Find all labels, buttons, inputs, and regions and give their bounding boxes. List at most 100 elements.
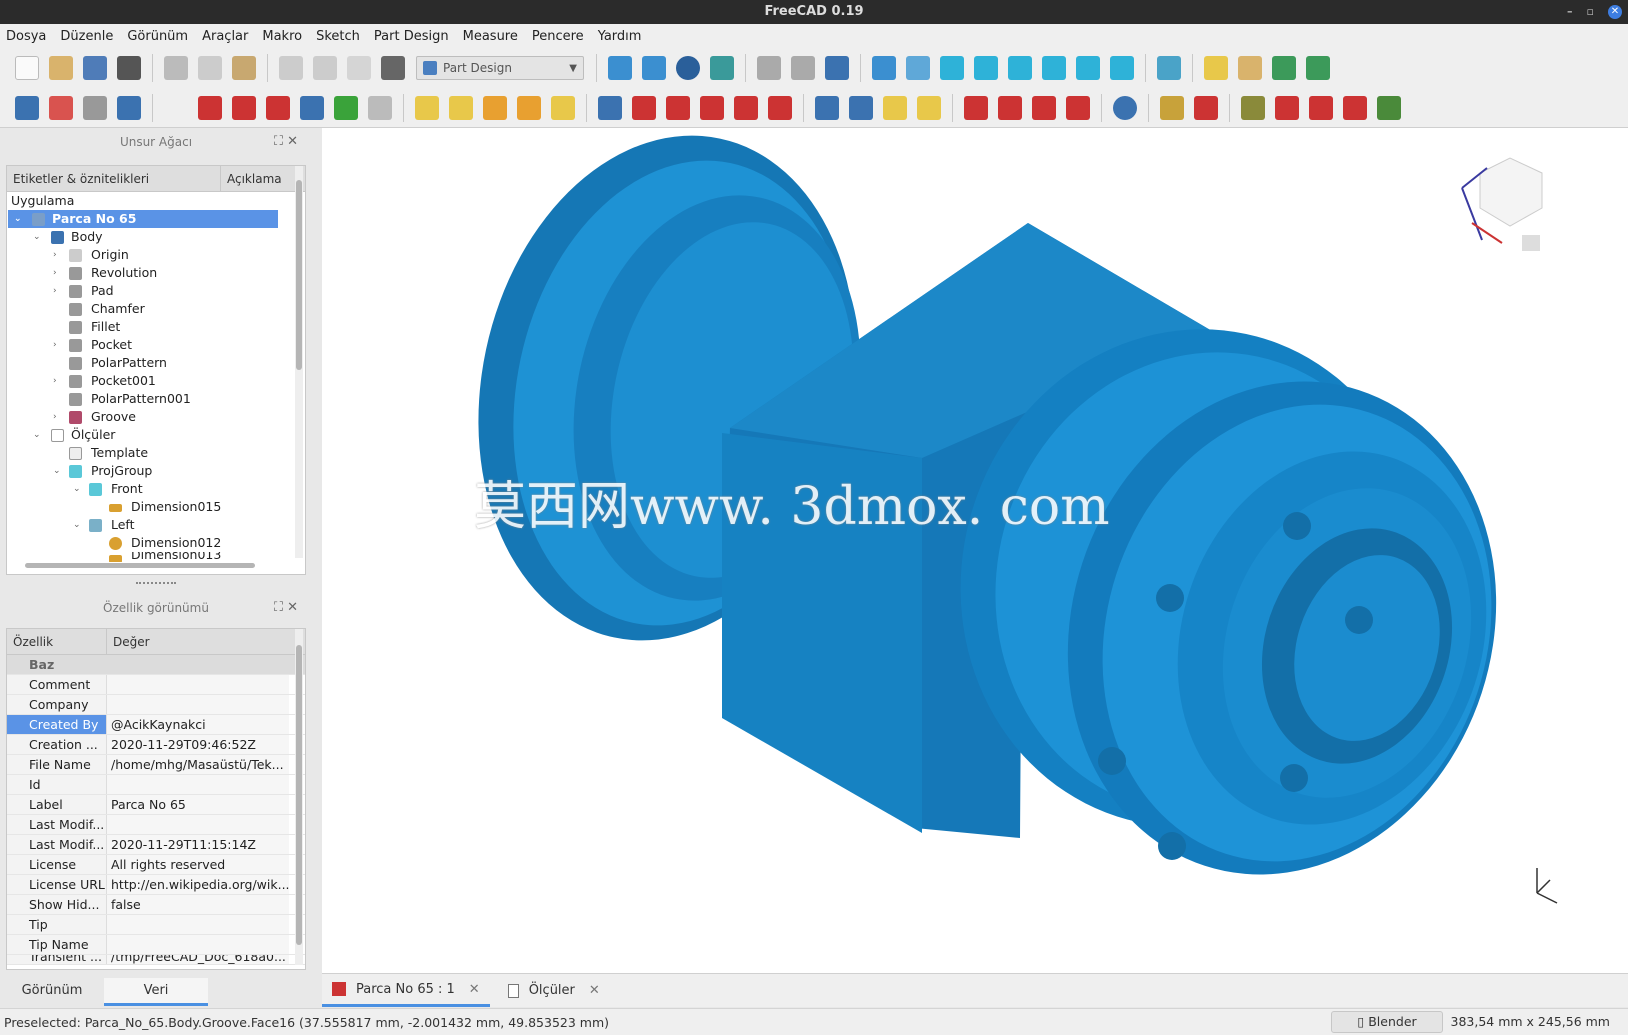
bounding-box-icon[interactable] [710,56,734,80]
pocket-icon[interactable] [598,95,622,120]
tree-item-dimension012[interactable]: Dimension012 [7,534,305,552]
paste-icon[interactable] [232,56,256,80]
tech-draw-view-icon[interactable] [1241,95,1265,120]
datum-line-icon[interactable] [198,95,222,120]
prop-row[interactable]: Show Hid... false [7,895,305,915]
multi-transform-icon[interactable] [917,95,941,120]
tree-item-front[interactable]: ⌄ Front [7,480,305,498]
prop-row[interactable]: Tip Name [7,935,305,955]
back-icon[interactable] [757,56,781,80]
create-sketch-icon[interactable] [49,95,73,120]
datum-point-icon[interactable] [164,95,188,120]
tree-horizontal-scrollbar[interactable] [11,560,295,570]
additive-primitive-icon[interactable] [551,95,575,120]
forward-icon[interactable] [791,56,815,80]
prop-row[interactable]: Tip [7,915,305,935]
tree-item-pocket001[interactable]: › Pocket001 [7,372,305,390]
bottom-view-icon[interactable] [1076,56,1100,80]
menu-gorunum[interactable]: Görünüm [127,29,188,44]
prop-row[interactable]: Label Parca No 65 [7,795,305,815]
doc-tab-drawing[interactable]: Ölçüler ✕ [498,975,610,1007]
props-vertical-scrollbar[interactable] [295,629,303,965]
prop-row[interactable]: License URL http://en.wikipedia.org/wik..… [7,875,305,895]
cut-icon[interactable] [164,56,188,80]
tree-item-fillet[interactable]: Fillet [7,318,305,336]
new-file-icon[interactable] [15,56,39,80]
props-panel-close-icon[interactable]: ⛶ ✕ [274,596,298,620]
menu-makro[interactable]: Makro [262,29,302,44]
print-icon[interactable] [117,56,141,80]
hole-icon[interactable] [632,95,656,120]
tech-draw-dimension-icon[interactable] [1275,95,1299,120]
local-cs-icon[interactable] [266,95,290,120]
revolution-icon[interactable] [449,95,473,120]
tech-draw-export-icon[interactable] [1377,95,1401,120]
check-geometry-icon[interactable] [1160,95,1184,120]
create-group-icon[interactable] [1238,56,1262,80]
linear-pattern-icon[interactable] [849,95,873,120]
datum-plane-icon[interactable] [232,95,256,120]
workbench-selector[interactable]: Part Design ▼ [416,56,584,80]
tech-draw-section-icon[interactable] [1309,95,1333,120]
draw-style-icon[interactable] [676,56,700,80]
tree-item-parca-no-65[interactable]: ⌄ Parca No 65 [8,210,278,228]
link-actions-icon[interactable] [1306,56,1330,80]
fit-all-icon[interactable] [608,56,632,80]
tree-item-revolution[interactable]: › Revolution [7,264,305,282]
tree-item-left[interactable]: ⌄ Left [7,516,305,534]
menu-dosya[interactable]: Dosya [6,29,46,44]
undo-icon[interactable] [279,56,303,80]
validate-sketch-icon[interactable] [83,95,107,120]
map-sketch-icon[interactable] [117,95,141,120]
subtractive-loft-icon[interactable] [700,95,724,120]
tech-draw-detail-icon[interactable] [1343,95,1367,120]
additive-loft-icon[interactable] [483,95,507,120]
measure-icon[interactable] [1157,56,1181,80]
groove-icon[interactable] [666,95,690,120]
tree-item-pocket[interactable]: › Pocket [7,336,305,354]
tab-view[interactable]: Görünüm [0,978,104,1006]
left-view-icon[interactable] [1110,56,1134,80]
tree-item-polarpattern001[interactable]: PolarPattern001 [7,390,305,408]
rear-view-icon[interactable] [1042,56,1066,80]
prop-row[interactable]: Transient .../tmp/FreeCAD_Doc_618a0... [7,955,305,965]
save-icon[interactable] [83,56,107,80]
boolean-icon[interactable] [1113,95,1137,120]
menu-pencere[interactable]: Pencere [532,29,584,44]
copy-icon[interactable] [198,56,222,80]
prop-row[interactable]: Last Modif... 2020-11-29T11:15:14Z [7,835,305,855]
menu-part-design[interactable]: Part Design [374,29,449,44]
tree-item-olculer[interactable]: ⌄ Ölçüler [7,426,305,444]
prop-row[interactable]: Company [7,695,305,715]
create-part-icon[interactable] [1204,56,1228,80]
props-group-baz[interactable]: Baz [7,655,305,675]
3d-viewport[interactable]: 莫西网www. 3dmox. com [322,128,1628,973]
create-body-icon[interactable] [15,95,39,120]
close-tab-icon[interactable]: ✕ [589,983,600,998]
section-icon[interactable] [1194,95,1218,120]
prop-row[interactable]: Last Modif... [7,815,305,835]
navigation-style-button[interactable]: ▯ Blender [1331,1011,1443,1033]
navigation-cube[interactable] [1461,157,1543,251]
close-icon[interactable]: ✕ [1608,5,1622,19]
menu-duzenle[interactable]: Düzenle [60,29,113,44]
right-view-icon[interactable] [1008,56,1032,80]
pad-icon[interactable] [415,95,439,120]
chamfer-icon[interactable] [998,95,1022,120]
redo-icon[interactable] [313,56,337,80]
tab-data[interactable]: Veri [104,978,208,1006]
prop-row[interactable]: License All rights reserved [7,855,305,875]
menu-yardim[interactable]: Yardım [598,29,642,44]
shape-binder-icon[interactable] [300,95,324,120]
close-tab-icon[interactable]: ✕ [469,982,480,997]
front-view-icon[interactable] [940,56,964,80]
tree-item-pad[interactable]: › Pad [7,282,305,300]
tree-item-body[interactable]: ⌄ Body [7,228,305,246]
tree-item-groove[interactable]: › Groove [7,408,305,426]
tree-item-template[interactable]: Template [7,444,305,462]
polar-pattern-icon[interactable] [883,95,907,120]
fillet-icon[interactable] [964,95,988,120]
splitter-handle[interactable] [136,582,176,584]
tree-item-chamfer[interactable]: Chamfer [7,300,305,318]
menu-araclar[interactable]: Araçlar [202,29,248,44]
